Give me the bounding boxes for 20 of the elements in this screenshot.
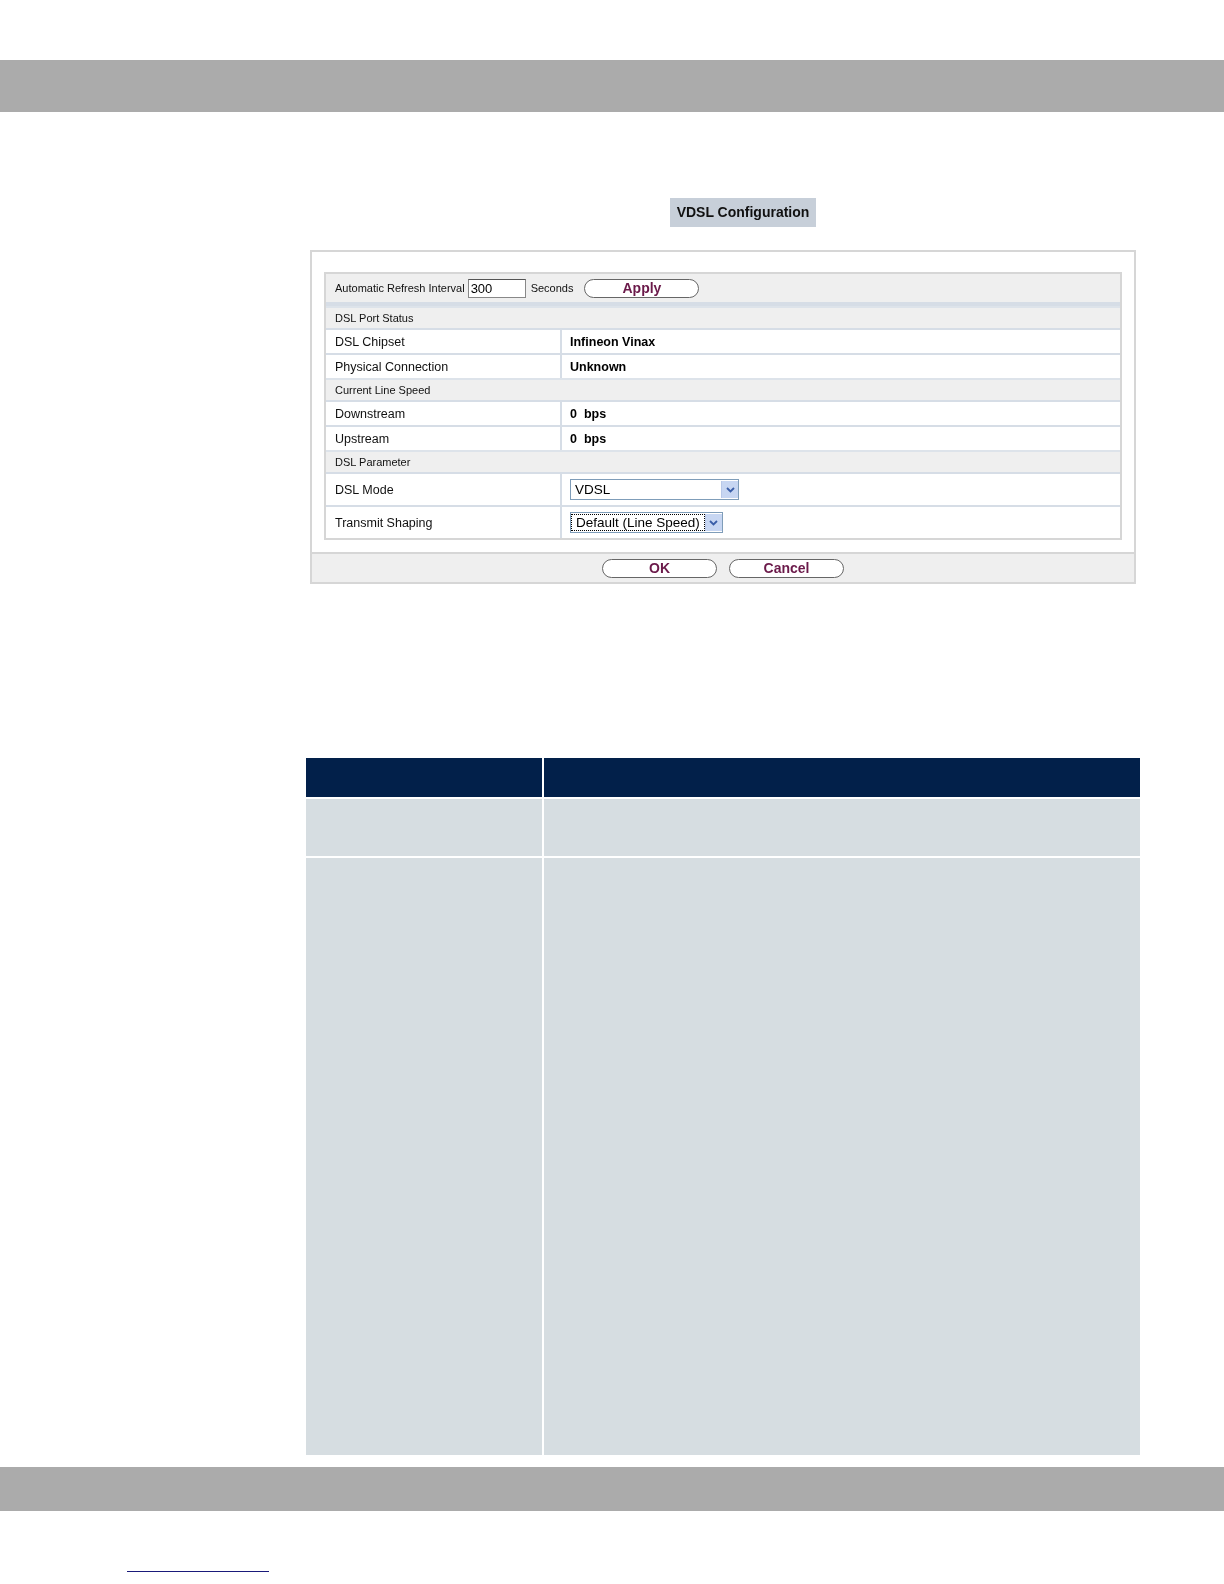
section-header: Current Line Speed [326,378,1120,400]
dialog-button[interactable]: OK [602,558,717,578]
row-value: 0 bps [570,406,607,421]
row-value: 0 bps [570,431,607,446]
row-label: Downstream [326,402,562,425]
dialog-button[interactable]: Cancel [729,558,844,578]
dropdown[interactable]: Default (Line Speed) [570,512,723,533]
row-label: Transmit Shaping [326,507,562,538]
interval-input[interactable]: 300 [467,278,526,298]
row-value: Infineon Vinax [570,334,656,349]
section-header: DSL Parameter [326,450,1120,472]
dropdown[interactable]: VDSL [570,479,739,500]
row-label: DSL Chipset [326,330,562,353]
page-title: VDSL Configuration [669,198,817,227]
unit-label: Seconds [530,282,574,294]
section-header: DSL Port Status [326,306,1120,328]
apply-button[interactable]: Apply [584,278,700,298]
refresh-label: Automatic Refresh Interval [335,282,465,294]
row-label: DSL Mode [326,474,562,505]
row-value: Unknown [570,359,627,374]
